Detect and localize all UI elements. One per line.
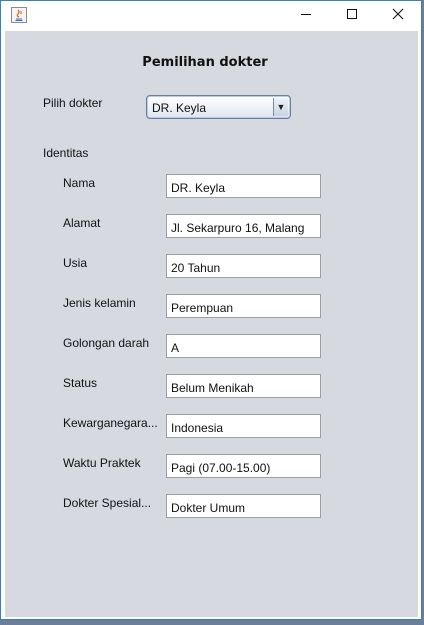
close-icon xyxy=(392,7,404,25)
field-label-status: Status xyxy=(63,376,98,390)
field-label-golongan-darah: Golongan darah xyxy=(63,336,150,350)
nama-field[interactable]: DR. Keyla xyxy=(166,174,321,198)
jenis-kelamin-field[interactable]: Perempuan xyxy=(166,294,321,318)
maximize-button[interactable] xyxy=(329,1,375,31)
field-label-kewarganegaraan: Kewarganegara... xyxy=(63,416,158,430)
doctor-select[interactable]: DR. Keyla ▼ xyxy=(146,95,291,119)
java-app-icon xyxy=(11,7,27,23)
section-identitas-label: Identitas xyxy=(43,146,89,160)
minimize-button[interactable] xyxy=(283,1,329,31)
form-panel: Pemilihan dokter Pilih dokter DR. Keyla … xyxy=(5,31,418,617)
app-window: Pemilihan dokter Pilih dokter DR. Keyla … xyxy=(0,0,422,620)
field-label-dokter-spesialis: Dokter Spesial... xyxy=(63,496,152,510)
field-label-jenis-kelamin: Jenis kelamin xyxy=(63,296,136,310)
golongan-darah-field[interactable]: A xyxy=(166,334,321,358)
dokter-spesialis-field[interactable]: Dokter Umum xyxy=(166,494,321,518)
kewarganegaraan-field[interactable]: Indonesia xyxy=(166,414,321,438)
status-field[interactable]: Belum Menikah xyxy=(166,374,321,398)
title-bar[interactable] xyxy=(1,1,421,31)
waktu-praktek-field[interactable]: Pagi (07.00-15.00) xyxy=(166,454,321,478)
field-label-usia: Usia xyxy=(63,256,88,270)
field-label-alamat: Alamat xyxy=(63,216,101,230)
close-button[interactable] xyxy=(375,1,421,31)
field-label-waktu-praktek: Waktu Praktek xyxy=(63,456,141,470)
maximize-icon xyxy=(346,7,358,25)
doctor-select-value: DR. Keyla xyxy=(152,101,207,115)
usia-field[interactable]: 20 Tahun xyxy=(166,254,321,278)
alamat-field[interactable]: Jl. Sekarpuro 16, Malang xyxy=(166,214,321,238)
chevron-down-icon[interactable]: ▼ xyxy=(273,98,288,116)
page-title: Pemilihan dokter xyxy=(142,55,268,70)
minimize-icon xyxy=(300,7,312,25)
select-doctor-label: Pilih dokter xyxy=(43,96,103,110)
field-label-nama: Nama xyxy=(63,176,96,190)
